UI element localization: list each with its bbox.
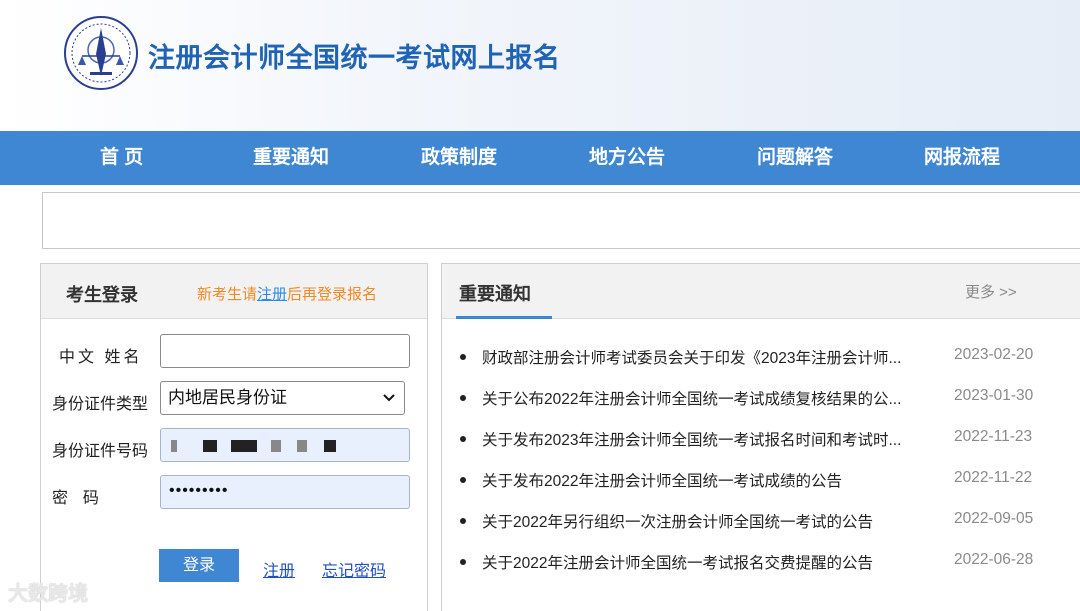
notice-title[interactable]: 关于2022年注册会计师全国统一考试报名交费提醒的公告 — [482, 551, 922, 573]
new-candidate-hint: 新考生请注册后再登录报名 — [197, 283, 377, 304]
notices-title: 重要通知 — [459, 284, 531, 304]
notice-date: 2022-11-23 — [954, 428, 1033, 445]
chevron-down-icon — [382, 382, 396, 425]
notice-date: 2022-11-22 — [954, 469, 1033, 486]
notice-item[interactable]: 财政部注册会计师考试委员会关于印发《2023年注册会计师... 2023-02-… — [442, 346, 1080, 372]
site-header: 注册会计师全国统一考试网上报名 — [0, 0, 1080, 131]
notice-item[interactable]: 关于2022年另行组织一次注册会计师全国统一考试的公告 2022-09-05 — [442, 510, 1080, 536]
password-dots: ••••••••• — [169, 482, 229, 499]
masked-chars — [324, 440, 336, 452]
notice-date: 2023-01-30 — [954, 387, 1034, 404]
nav-item-local-announcements[interactable]: 地方公告 — [589, 131, 665, 185]
notice-title[interactable]: 关于公布2022年注册会计师全国统一考试成绩复核结果的公... — [482, 387, 922, 409]
hint-suffix: 后再登录报名 — [287, 286, 378, 303]
notice-title[interactable]: 关于发布2023年注册会计师全国统一考试报名时间和考试时... — [482, 428, 922, 450]
register-link[interactable]: 注册 — [263, 557, 295, 581]
notice-item[interactable]: 关于2022年注册会计师全国统一考试报名交费提醒的公告 2022-06-28 — [442, 551, 1080, 577]
masked-chars — [171, 440, 177, 452]
forgot-password-link[interactable]: 忘记密码 — [322, 557, 386, 581]
notice-title[interactable]: 关于发布2022年注册会计师全国统一考试成绩的公告 — [482, 469, 922, 491]
masked-chars — [231, 440, 257, 452]
notice-item[interactable]: 关于公布2022年注册会计师全国统一考试成绩复核结果的公... 2023-01-… — [442, 387, 1080, 413]
masked-chars — [271, 440, 281, 452]
notice-item[interactable]: 关于发布2023年注册会计师全国统一考试报名时间和考试时... 2022-11-… — [442, 428, 1080, 454]
hint-register-link[interactable]: 注册 — [257, 286, 287, 303]
login-title: 考生登录 — [66, 285, 138, 305]
main-nav: 首 页 重要通知 政策制度 地方公告 问题解答 网报流程 — [0, 131, 1080, 185]
nav-item-policies[interactable]: 政策制度 — [421, 131, 497, 185]
password-label: 密 码 — [52, 490, 101, 507]
site-title: 注册会计师全国统一考试网上报名 — [148, 43, 561, 73]
nav-item-home[interactable]: 首 页 — [100, 131, 143, 185]
notice-title[interactable]: 关于2022年另行组织一次注册会计师全国统一考试的公告 — [482, 510, 922, 532]
id-type-select[interactable]: 内地居民身份证 — [160, 381, 405, 415]
cicpa-emblem-icon — [62, 14, 140, 92]
notices-header: 重要通知 更多 >> — [442, 264, 1080, 319]
bullet-icon — [460, 436, 466, 442]
bullet-icon — [460, 518, 466, 524]
notice-item[interactable]: 关于发布2022年注册会计师全国统一考试成绩的公告 2022-11-22 — [442, 469, 1080, 495]
name-input[interactable] — [160, 334, 410, 368]
watermark: 大数跨境 — [8, 583, 88, 605]
password-input[interactable]: ••••••••• — [160, 475, 410, 509]
banner-box — [42, 192, 1080, 249]
bullet-icon — [460, 354, 466, 360]
id-type-label: 身份证件类型 — [52, 396, 149, 413]
more-link[interactable]: 更多 >> — [965, 281, 1017, 302]
notice-date: 2022-09-05 — [954, 510, 1034, 527]
id-number-input[interactable] — [160, 428, 410, 462]
notice-title[interactable]: 财政部注册会计师考试委员会关于印发《2023年注册会计师... — [482, 346, 922, 368]
name-label: 中文 姓名 — [59, 349, 143, 366]
bullet-icon — [460, 477, 466, 483]
hint-prefix: 新考生请 — [197, 286, 258, 303]
nav-item-notices[interactable]: 重要通知 — [253, 131, 329, 185]
bullet-icon — [460, 559, 466, 565]
notices-title-underline — [456, 316, 552, 319]
login-button[interactable]: 登录 — [159, 549, 239, 582]
login-panel-header: 考生登录 新考生请注册后再登录报名 — [41, 264, 427, 319]
masked-chars — [203, 440, 217, 452]
login-panel: 考生登录 新考生请注册后再登录报名 中文 姓名 身份证件类型 内地居民身份证 身… — [40, 263, 428, 611]
masked-chars — [297, 440, 307, 452]
id-type-value: 内地居民身份证 — [168, 388, 287, 407]
notices-panel: 重要通知 更多 >> 财政部注册会计师考试委员会关于印发《2023年注册会计师.… — [441, 263, 1080, 611]
notice-date: 2022-06-28 — [954, 551, 1034, 568]
nav-item-faq[interactable]: 问题解答 — [757, 131, 833, 185]
bullet-icon — [460, 395, 466, 401]
nav-item-process[interactable]: 网报流程 — [924, 131, 1000, 185]
id-number-label: 身份证件号码 — [52, 443, 149, 460]
notice-date: 2023-02-20 — [954, 346, 1034, 363]
